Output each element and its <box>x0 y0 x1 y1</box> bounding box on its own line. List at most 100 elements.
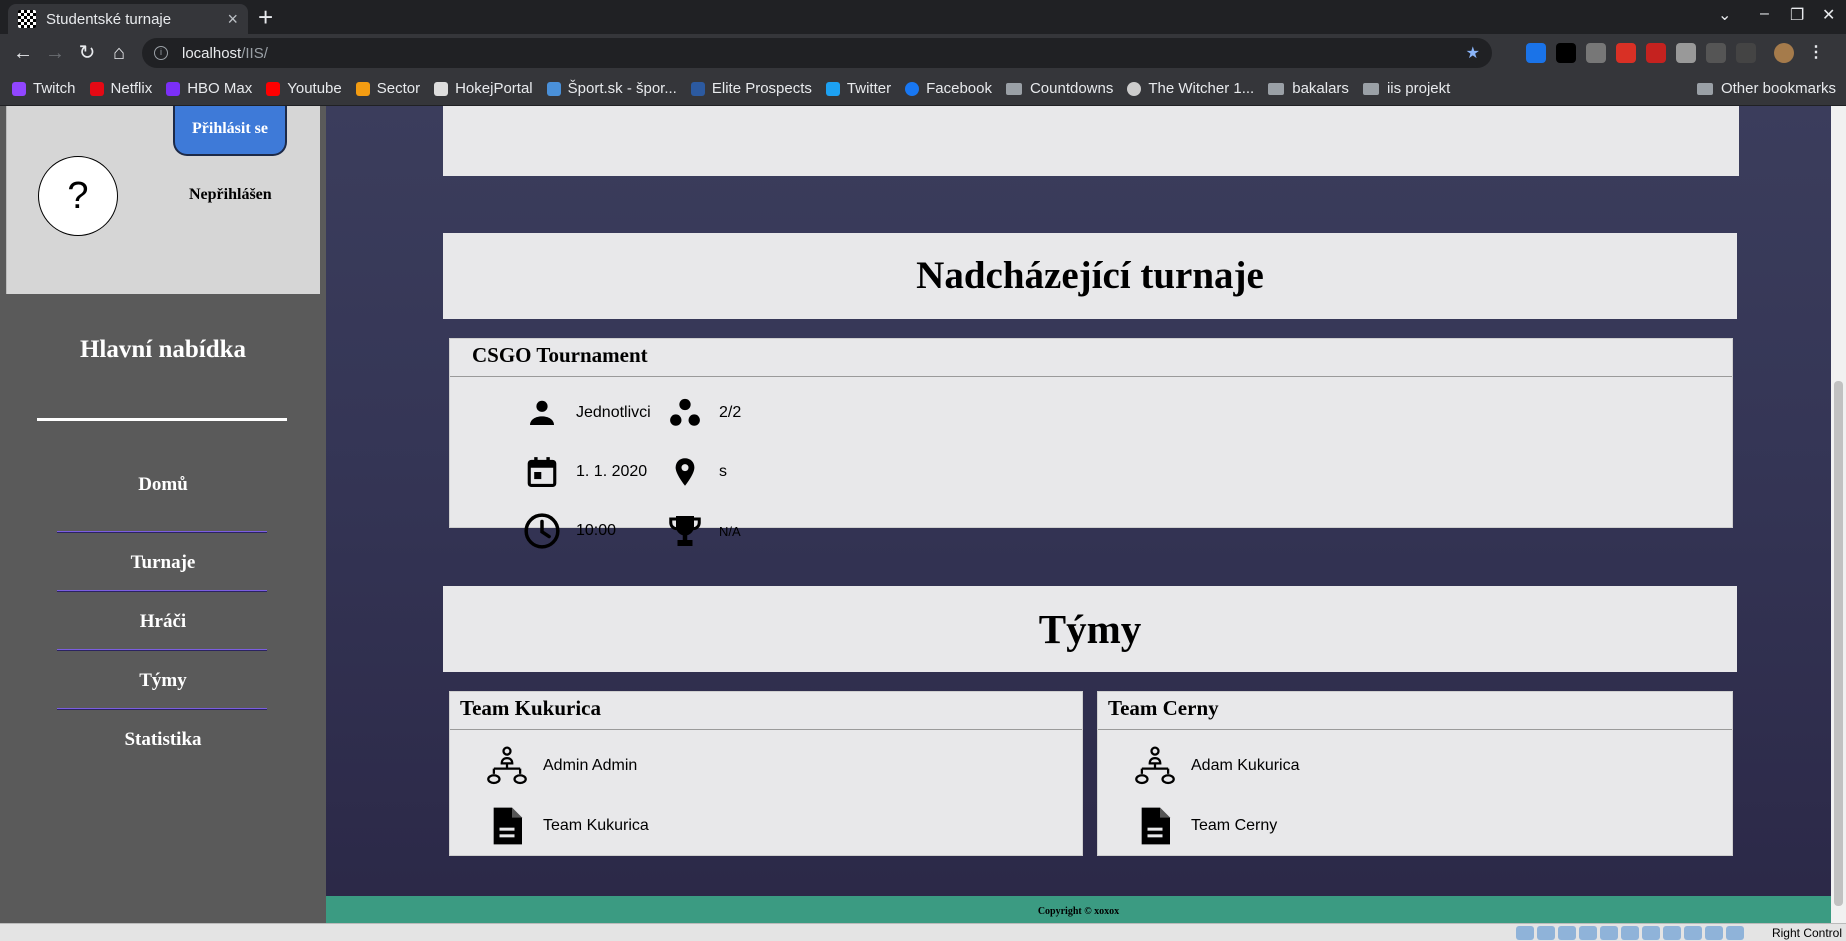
team-leader: Adam Kukurica <box>1191 757 1300 774</box>
tray-icon[interactable] <box>1684 926 1702 940</box>
bookmark-elite-prospects[interactable]: Elite Prospects <box>690 80 812 97</box>
address-bar[interactable]: i localhost/IIS/ ★ <box>142 38 1492 68</box>
tray-icon[interactable] <box>1642 926 1660 940</box>
hokejportal-icon <box>434 81 449 96</box>
elite-prospects-icon <box>690 81 705 96</box>
bookmark-twitch[interactable]: Twitch <box>12 80 76 97</box>
maximize-icon[interactable]: ❐ <box>1790 5 1804 25</box>
clock-icon <box>522 511 562 551</box>
tournament-location-row: s <box>665 452 727 492</box>
site-info-icon[interactable]: i <box>154 46 168 60</box>
right-control-label: Right Control <box>1771 926 1842 940</box>
menu-item-players[interactable]: Hráči <box>0 611 326 633</box>
menu-item-teams[interactable]: Týmy <box>0 670 326 692</box>
menu-item-statistics[interactable]: Statistika <box>0 729 326 751</box>
browser-tabbar: Studentské turnaje × + ⌄ – ❐ ✕ <box>0 0 1846 34</box>
bookmark-facebook[interactable]: Facebook <box>905 80 992 97</box>
puzzle-icon[interactable] <box>1706 43 1726 63</box>
tray-icon[interactable] <box>1726 926 1744 940</box>
extension-icon[interactable] <box>1616 43 1636 63</box>
url-path: /IIS/ <box>241 44 268 62</box>
window-close-icon[interactable]: ✕ <box>1822 5 1835 25</box>
tray-icon[interactable] <box>1705 926 1723 940</box>
home-icon[interactable]: ⌂ <box>106 40 132 66</box>
reload-icon[interactable]: ↻ <box>74 40 100 66</box>
page-viewport: Přihlásit se ? Nepřihlášen Hlavní nabídk… <box>0 106 1846 923</box>
bookmark-hbo-max[interactable]: HBO Max <box>166 80 252 97</box>
tray-icon[interactable] <box>1558 926 1576 940</box>
tab-search-icon[interactable]: ⌄ <box>1718 5 1731 25</box>
bookmark-sport-sk[interactable]: Šport.sk - špor... <box>546 80 677 97</box>
other-bookmarks[interactable]: Other bookmarks <box>1696 80 1836 97</box>
tournament-capacity-row: 2/2 <box>665 393 741 433</box>
menu-separator <box>57 531 267 533</box>
os-taskbar: Right Control <box>0 923 1846 941</box>
team-description: Team Kukurica <box>543 817 649 834</box>
document-icon <box>485 804 529 848</box>
login-box: Přihlásit se ? Nepřihlášen <box>6 106 320 294</box>
bookmark-hokejportal[interactable]: HokejPortal <box>434 80 533 97</box>
adblock-icon[interactable] <box>1646 43 1666 63</box>
login-button[interactable]: Přihlásit se <box>173 106 287 156</box>
twitch-icon <box>12 81 26 96</box>
url-host: localhost <box>182 44 242 62</box>
document-icon <box>1133 804 1177 848</box>
menu-item-tournaments[interactable]: Turnaje <box>0 552 326 574</box>
tray-icon[interactable] <box>1579 926 1597 940</box>
scrollbar-thumb[interactable] <box>1834 381 1843 906</box>
tournament-time: 10:00 <box>576 522 617 539</box>
extension-icon[interactable] <box>1556 43 1576 63</box>
sector-icon <box>355 81 370 96</box>
new-tab-button[interactable]: + <box>258 2 273 33</box>
tray-icon[interactable] <box>1537 926 1555 940</box>
twitter-icon <box>825 81 840 96</box>
page-scrollbar[interactable] <box>1831 106 1846 923</box>
sidebar: Přihlásit se ? Nepřihlášen Hlavní nabídk… <box>0 106 326 923</box>
minimize-icon[interactable]: – <box>1760 5 1769 23</box>
team-card[interactable]: Team Kukurica Admin Admin Team Kukurica <box>449 691 1083 856</box>
netflix-icon <box>89 81 104 96</box>
tray-icon[interactable] <box>1600 926 1618 940</box>
tray-icon[interactable] <box>1663 926 1681 940</box>
bookmark-the-witcher[interactable]: The Witcher 1... <box>1127 80 1254 97</box>
bookmark-youtube[interactable]: Youtube <box>266 80 342 97</box>
profile-avatar-icon[interactable] <box>1774 43 1794 63</box>
back-icon[interactable]: ← <box>10 40 36 66</box>
tray-icon[interactable] <box>1621 926 1639 940</box>
tournament-date: 1. 1. 2020 <box>576 463 648 480</box>
folder-icon <box>1268 82 1285 95</box>
forward-icon[interactable]: → <box>42 40 68 66</box>
avatar: ? <box>38 156 118 236</box>
hierarchy-icon <box>1133 744 1177 788</box>
team-card[interactable]: Team Cerny Adam Kukurica Team Cerny <box>1097 691 1733 856</box>
menu-divider <box>37 418 287 421</box>
extension-icon[interactable] <box>1676 43 1696 63</box>
bookmark-folder-countdowns[interactable]: Countdowns <box>1005 80 1113 97</box>
extension-icon[interactable] <box>1526 43 1546 63</box>
browser-toolbar: ← → ↻ ⌂ i localhost/IIS/ ★ ⋮ <box>0 34 1846 72</box>
menu-kebab-icon[interactable]: ⋮ <box>1806 43 1826 63</box>
bookmark-twitter[interactable]: Twitter <box>825 80 891 97</box>
tray-icon[interactable] <box>1516 926 1534 940</box>
tournament-card[interactable]: CSGO Tournament Jednotlivci 2/2 1. 1. 20… <box>449 338 1733 549</box>
tournament-location: s <box>719 463 727 480</box>
team-description: Team Cerny <box>1191 817 1278 834</box>
tournament-type: Jednotlivci <box>576 404 651 421</box>
login-status: Nepřihlášen <box>189 186 272 203</box>
menu-separator <box>57 649 267 651</box>
bookmark-folder-bakalars[interactable]: bakalars <box>1268 80 1349 97</box>
tournament-name: CSGO Tournament <box>450 339 1732 377</box>
team-leader-row: Adam Kukurica <box>1133 744 1300 788</box>
bookmark-star-icon[interactable]: ★ <box>1466 43 1480 63</box>
bookmark-sector[interactable]: Sector <box>355 80 420 97</box>
browser-tab[interactable]: Studentské turnaje × <box>8 4 248 34</box>
bookmark-folder-iis-projekt[interactable]: iis projekt <box>1362 80 1450 97</box>
extension-icon[interactable] <box>1586 43 1606 63</box>
team-leader: Admin Admin <box>543 757 638 774</box>
main-content: Nadcházející turnaje CSGO Tournament Jed… <box>326 106 1831 923</box>
bookmark-netflix[interactable]: Netflix <box>89 80 152 97</box>
sidepanel-icon[interactable] <box>1736 43 1756 63</box>
previous-section-panel <box>443 106 1739 176</box>
tab-close-icon[interactable]: × <box>227 9 238 30</box>
menu-item-home[interactable]: Domů <box>0 474 326 496</box>
